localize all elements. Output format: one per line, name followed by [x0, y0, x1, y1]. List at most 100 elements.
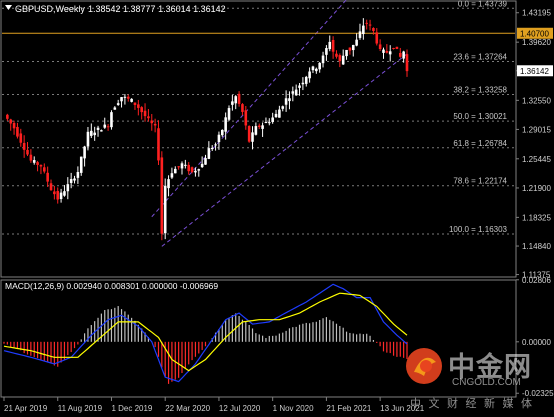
candle-up — [200, 163, 204, 168]
candle-down — [143, 110, 147, 117]
fib-label: 23.6 = 1.37264 — [453, 53, 507, 62]
candle-up — [100, 130, 103, 132]
price-tick-label: 1.29015 — [522, 125, 551, 134]
candle-up — [261, 125, 264, 129]
candle-down — [53, 191, 56, 195]
time-tick-label: 21 Feb 2021 — [326, 404, 371, 413]
candle-down — [241, 104, 244, 112]
candle-up — [274, 113, 278, 118]
time-tick-label: 1 Nov 2020 — [273, 404, 314, 413]
candle-up — [220, 129, 224, 136]
macd-label: MACD(12,26,9) 0.002940 0.008301 0.000000… — [5, 281, 218, 291]
time-tick-label: 21 Apr 2019 — [4, 404, 48, 413]
candle-down — [26, 149, 29, 155]
candle-down — [16, 126, 19, 137]
candle-down — [36, 162, 39, 165]
candle-up — [224, 117, 227, 132]
candle-down — [56, 191, 60, 200]
candle-up — [96, 127, 100, 130]
candle-up — [291, 91, 295, 94]
candle-up — [304, 76, 308, 84]
candle-up — [388, 51, 392, 55]
candle-down — [150, 120, 154, 124]
candle-up — [59, 192, 63, 200]
symbol-title: GBPUSD,Weekly — [15, 4, 85, 14]
price-tick-label: 1.14840 — [522, 242, 551, 251]
cngold-logo-icon — [406, 348, 442, 384]
candle-down — [39, 164, 43, 167]
candle-down — [140, 107, 143, 113]
candle-up — [73, 178, 76, 181]
candle-up — [210, 147, 214, 150]
candle-down — [190, 167, 194, 172]
candle-down — [29, 154, 33, 161]
time-tick-label: 11 Aug 2019 — [58, 404, 103, 413]
watermark-slogan: 中 文 财 经 新 媒 体 — [410, 397, 534, 410]
price-tick-label: 1.32550 — [522, 96, 551, 105]
candle-up — [204, 158, 207, 165]
price-tick-label: 1.39620 — [522, 38, 551, 47]
fib-label: 50.0 = 1.30021 — [453, 112, 507, 121]
ohlc-values: 1.38542 1.38777 1.36014 1.36142 — [88, 4, 226, 14]
candle-down — [378, 44, 382, 50]
fib-label: 61.8 = 1.26784 — [453, 139, 507, 148]
fib-label: 0.0 = 1.43739 — [458, 0, 508, 8]
resistance-price-tag-label: 1.40700 — [520, 29, 549, 38]
candle-down — [398, 52, 402, 57]
candle-up — [315, 68, 318, 72]
candle-down — [395, 46, 399, 49]
candle-down — [49, 183, 53, 191]
candle-down — [147, 116, 150, 119]
candle-up — [170, 173, 174, 178]
candle-up — [63, 191, 66, 196]
candle-down — [368, 24, 372, 26]
candle-up — [231, 101, 234, 105]
candle-up — [86, 131, 90, 147]
candle-up — [234, 96, 238, 104]
candle-down — [177, 166, 180, 168]
watermark: 中金网 CNGOLD.COM 中 文 财 经 新 媒 体 — [402, 342, 552, 412]
candle-up — [278, 109, 281, 118]
candle-down — [237, 93, 241, 104]
candle-up — [120, 97, 123, 102]
candle-down — [257, 125, 261, 128]
candle-up — [69, 179, 73, 183]
candle-up — [351, 44, 355, 51]
candle-down — [43, 167, 46, 172]
candle-up — [103, 124, 107, 128]
candle-down — [46, 172, 49, 182]
candle-up — [167, 179, 170, 189]
macd-tick-label: 0.02806 — [522, 276, 551, 285]
candle-up — [214, 144, 217, 146]
candle-down — [405, 54, 409, 72]
candle-up — [163, 185, 167, 234]
candle-down — [338, 55, 342, 62]
candle-up — [76, 172, 80, 178]
candle-up — [358, 31, 362, 38]
candle-up — [66, 184, 70, 192]
candle-up — [382, 49, 385, 53]
candle-up — [402, 51, 405, 59]
candle-up — [311, 66, 315, 71]
candle-up — [173, 168, 177, 174]
candle-down — [133, 102, 137, 105]
candle-up — [227, 108, 231, 120]
fib-label: 78.6 = 1.22174 — [453, 177, 507, 186]
candle-up — [345, 49, 348, 57]
candle-up — [207, 148, 211, 159]
candle-up — [362, 25, 365, 35]
candle-up — [123, 96, 127, 98]
price-tick-label: 1.21900 — [522, 184, 551, 193]
chart-header: GBPUSD,Weekly 1.38542 1.38777 1.36014 1.… — [5, 4, 226, 14]
candle-up — [83, 146, 86, 159]
candle-up — [325, 48, 328, 55]
candle-up — [271, 117, 274, 123]
candle-up — [194, 170, 197, 173]
candle-down — [385, 50, 389, 53]
current-price-tag-label: 1.36142 — [520, 67, 549, 76]
candle-up — [197, 169, 201, 171]
candle-down — [244, 110, 248, 126]
candle-up — [110, 112, 113, 128]
candle-down — [12, 122, 16, 129]
candle-up — [281, 106, 285, 109]
